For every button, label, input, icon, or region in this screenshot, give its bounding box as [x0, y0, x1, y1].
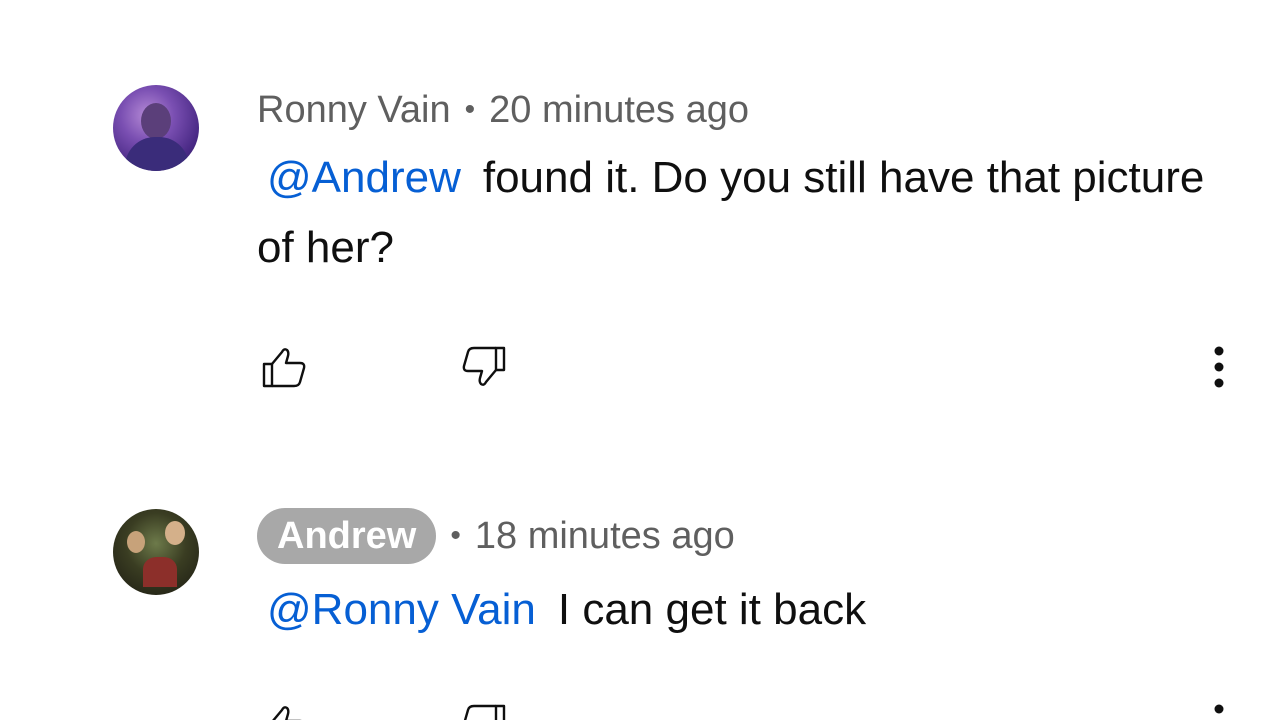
- more-options-button[interactable]: [1197, 342, 1241, 392]
- dislike-button[interactable]: [457, 342, 511, 392]
- creator-author-chip[interactable]: Andrew: [257, 508, 437, 564]
- comment-body: I can get it back: [557, 585, 867, 634]
- avatar[interactable]: [113, 509, 199, 595]
- avatar[interactable]: [113, 85, 199, 171]
- avatar-figure: [127, 531, 145, 553]
- avatar-shoulders: [125, 137, 189, 171]
- meta-separator: •: [464, 93, 476, 126]
- comment-text: @Andrew found it. Do you still have that …: [257, 143, 1217, 283]
- comment-text: @Ronny Vain I can get it back: [257, 575, 1217, 645]
- dislike-button[interactable]: [457, 700, 511, 720]
- comments-list: Ronny Vain • 20 minutes ago @Andrew found…: [0, 0, 1280, 720]
- like-button[interactable]: [257, 342, 311, 392]
- more-vertical-icon: [1214, 704, 1224, 714]
- thumbs-up-icon: [262, 348, 306, 388]
- comment-meta: Ronny Vain • 20 minutes ago: [257, 88, 749, 132]
- more-options-button[interactable]: [1197, 700, 1241, 720]
- mention-link[interactable]: @Ronny Vain: [267, 585, 536, 634]
- like-button[interactable]: [257, 700, 311, 720]
- thumbs-down-icon: [462, 346, 506, 386]
- comment-actions: [257, 700, 1237, 720]
- comment-meta: Andrew • 18 minutes ago: [257, 508, 735, 564]
- avatar-figure: [165, 521, 185, 545]
- thumbs-down-icon: [463, 704, 506, 720]
- more-vertical-icon: [1214, 346, 1224, 388]
- comment-actions: [257, 342, 1237, 392]
- comment-item: Ronny Vain • 20 minutes ago @Andrew found…: [0, 0, 1280, 470]
- avatar-face: [141, 103, 171, 139]
- comment-timestamp[interactable]: 18 minutes ago: [475, 515, 735, 558]
- thumbs-up-icon: [272, 706, 302, 720]
- mention-link[interactable]: @Andrew: [267, 153, 461, 202]
- avatar-figure: [143, 557, 177, 587]
- meta-separator: •: [450, 519, 461, 552]
- comment-timestamp[interactable]: 20 minutes ago: [489, 89, 749, 132]
- author-name[interactable]: Ronny Vain: [257, 89, 451, 132]
- comment-item: Andrew • 18 minutes ago @Ronny Vain I can…: [0, 470, 1280, 720]
